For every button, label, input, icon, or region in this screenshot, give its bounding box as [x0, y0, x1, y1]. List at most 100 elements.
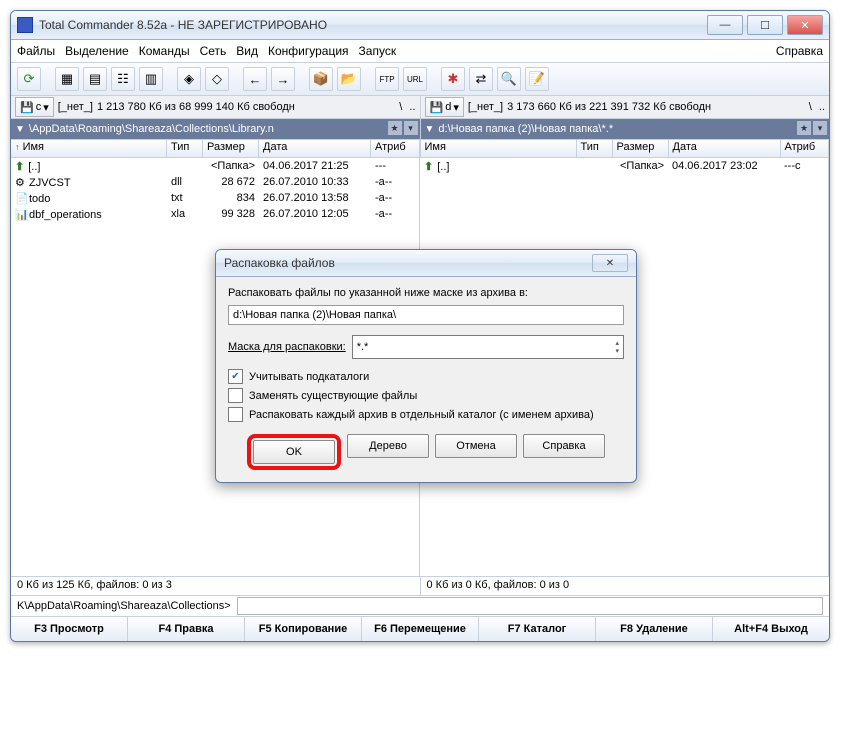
root-button-right[interactable]: \: [809, 101, 812, 113]
f7-button[interactable]: F7 Каталог: [479, 617, 596, 641]
favorite-button-left[interactable]: ★: [388, 121, 402, 135]
menu-help[interactable]: Справка: [776, 44, 823, 58]
checkbox-label: Заменять существующие файлы: [249, 390, 417, 402]
menu-selection[interactable]: Выделение: [65, 44, 129, 58]
search-button[interactable]: 🔍: [497, 67, 521, 91]
f8-button[interactable]: F8 Удаление: [596, 617, 713, 641]
view-brief-button[interactable]: ▦: [55, 67, 79, 91]
list-item[interactable]: ⬆[..] <Папка> 04.06.2017 23:02 ---c: [420, 158, 828, 174]
drive-space-right: 3 173 660 Кб из 221 391 732 Кб свободн: [507, 101, 711, 113]
list-item[interactable]: ⬆[..] <Папка> 04.06.2017 21:25 ---: [11, 158, 419, 174]
file-ext: txt: [167, 192, 203, 204]
col-size-left[interactable]: Размер: [203, 140, 259, 157]
dropdown-icon: ▴▾: [615, 339, 619, 355]
updir-date-left: 04.06.2017 21:25: [259, 160, 371, 172]
col-date-left[interactable]: Дата: [259, 140, 371, 157]
f4-button[interactable]: F4 Правка: [128, 617, 245, 641]
minimize-button[interactable]: —: [707, 15, 743, 35]
file-size: 99 328: [203, 208, 259, 220]
updir-label-right: [..]: [437, 161, 449, 173]
cancel-button[interactable]: Отмена: [435, 434, 517, 458]
unpack-dialog: Распаковка файлов ✕ Распаковать файлы по…: [215, 249, 637, 483]
unpack-path-input[interactable]: [228, 305, 624, 325]
col-type-right[interactable]: Тип: [577, 140, 613, 157]
file-attr: -a--: [371, 192, 419, 204]
drive-letter-left: c: [36, 101, 42, 113]
back-button[interactable]: ←: [243, 67, 267, 91]
menu-view[interactable]: Вид: [236, 44, 258, 58]
drivebar: 💾 c ▾ [_нет_] 1 213 780 Кб из 68 999 140…: [11, 96, 829, 119]
dialog-titlebar: Распаковка файлов ✕: [216, 250, 636, 277]
updir-size-left: <Папка>: [203, 160, 259, 172]
history-button-left[interactable]: ▾: [404, 121, 418, 135]
drive-label-left: [_нет_]: [58, 101, 93, 113]
refresh-button[interactable]: ⟳: [17, 67, 41, 91]
tree-button[interactable]: Дерево: [347, 434, 429, 458]
mask-select[interactable]: *.* ▴▾: [352, 335, 624, 359]
drive-select-left[interactable]: 💾 c ▾: [15, 97, 54, 117]
forward-button[interactable]: →: [271, 67, 295, 91]
col-size-right[interactable]: Размер: [613, 140, 669, 157]
col-date-right[interactable]: Дата: [669, 140, 781, 157]
list-item[interactable]: 📊dbf_operations xla 99 328 26.07.2010 12…: [11, 206, 419, 222]
col-type-left[interactable]: Тип: [167, 140, 203, 157]
multi-rename-button[interactable]: ✱: [441, 67, 465, 91]
f6-button[interactable]: F6 Перемещение: [362, 617, 479, 641]
url-button[interactable]: URL: [403, 67, 427, 91]
file-attr: -a--: [371, 208, 419, 220]
pathbar-left[interactable]: ▼ \AppData\Roaming\Shareaza\Collections\…: [11, 119, 421, 140]
checkbox-unchecked-icon: [228, 388, 243, 403]
unpack-button[interactable]: 📂: [337, 67, 361, 91]
folder-up-icon: ⬆: [15, 161, 24, 173]
menu-start[interactable]: Запуск: [359, 44, 397, 58]
pack-button[interactable]: 📦: [309, 67, 333, 91]
root-button-left[interactable]: \: [399, 101, 402, 113]
altf4-button[interactable]: Alt+F4 Выход: [713, 617, 829, 641]
col-name-right[interactable]: Имя: [421, 140, 577, 157]
drive-select-right[interactable]: 💾 d ▾: [425, 97, 464, 117]
mask-value: *.*: [357, 341, 369, 353]
history-button-right[interactable]: ▾: [813, 121, 827, 135]
menubar: Файлы Выделение Команды Сеть Вид Конфигу…: [11, 40, 829, 63]
checkbox-each-own-dir[interactable]: Распаковать каждый архив в отдельный кат…: [228, 407, 624, 422]
dialog-close-button[interactable]: ✕: [592, 254, 628, 272]
f3-button[interactable]: F3 Просмотр: [11, 617, 128, 641]
file-size: 834: [203, 192, 259, 204]
favorite-button-right[interactable]: ★: [797, 121, 811, 135]
checkbox-label: Распаковать каждый архив в отдельный кат…: [249, 409, 594, 421]
menu-config[interactable]: Конфигурация: [268, 44, 349, 58]
history-arrow-icon[interactable]: ▼: [425, 124, 435, 135]
updir-attr-right: ---c: [780, 160, 828, 172]
history-arrow-icon[interactable]: ▼: [15, 124, 25, 135]
sync-dirs-button[interactable]: ⇄: [469, 67, 493, 91]
col-attr-right[interactable]: Атриб: [781, 140, 830, 157]
window-close-button[interactable]: ✕: [787, 15, 823, 35]
columns-right: Имя Тип Размер Дата Атриб: [421, 140, 830, 158]
unselect-button[interactable]: ◇: [205, 67, 229, 91]
notepad-button[interactable]: 📝: [525, 67, 549, 91]
columns-left: ↑ Имя Тип Размер Дата Атриб: [11, 140, 421, 158]
menu-files[interactable]: Файлы: [17, 44, 55, 58]
file-size: 28 672: [203, 176, 259, 188]
list-item[interactable]: 📄todo txt 834 26.07.2010 13:58 -a--: [11, 190, 419, 206]
window-title: Total Commander 8.52a - НЕ ЗАРЕГИСТРИРОВ…: [39, 18, 707, 32]
maximize-button[interactable]: ☐: [747, 15, 783, 35]
f5-button[interactable]: F5 Копирование: [245, 617, 362, 641]
toolbar: ⟳ ▦ ▤ ☷ ▥ ◈ ◇ ← → 📦 📂 FTP URL ✱ ⇄ 🔍 📝: [11, 63, 829, 96]
checkbox-overwrite[interactable]: Заменять существующие файлы: [228, 388, 624, 403]
list-item[interactable]: ⚙ZJVCST dll 28 672 26.07.2010 10:33 -a--: [11, 174, 419, 190]
view-quick-button[interactable]: ▥: [139, 67, 163, 91]
menu-network[interactable]: Сеть: [200, 44, 227, 58]
help-button[interactable]: Справка: [523, 434, 605, 458]
view-full-button[interactable]: ▤: [83, 67, 107, 91]
col-attr-left[interactable]: Атриб: [371, 140, 420, 157]
checkbox-subdirs[interactable]: ✔ Учитывать подкаталоги: [228, 369, 624, 384]
menu-commands[interactable]: Команды: [139, 44, 190, 58]
pathbar-right[interactable]: ▼ d:\Новая папка (2)\Новая папка\*.* ★▾: [421, 119, 830, 140]
cmd-input[interactable]: [237, 597, 823, 615]
ok-button[interactable]: OK: [253, 440, 335, 464]
ftp-connect-button[interactable]: FTP: [375, 67, 399, 91]
col-name-left[interactable]: Имя: [23, 141, 44, 153]
invert-select-button[interactable]: ◈: [177, 67, 201, 91]
view-tree-button[interactable]: ☷: [111, 67, 135, 91]
